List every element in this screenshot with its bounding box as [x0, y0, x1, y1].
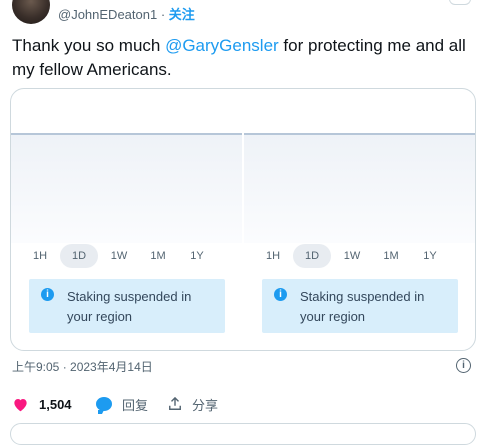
reply-button[interactable]: 回复 — [96, 393, 148, 415]
reply-label: 回复 — [122, 397, 149, 413]
menu-edge — [449, 0, 471, 5]
timeframe-1y[interactable]: 1Y — [411, 244, 449, 268]
share-button[interactable]: 分享 — [168, 393, 218, 415]
separator: · — [157, 7, 169, 22]
staking-notice: i Staking suspended in your region — [29, 279, 225, 333]
heart-icon — [14, 398, 27, 411]
timeframe-1d[interactable]: 1D — [60, 244, 98, 268]
author-handle[interactable]: @JohnEDeaton1 — [58, 7, 157, 22]
price-chart-area — [11, 133, 242, 243]
timeframe-1w[interactable]: 1W — [100, 244, 138, 268]
bottom-link-bar[interactable] — [10, 423, 476, 445]
timeframe-1h[interactable]: 1H — [254, 244, 292, 268]
tweet-actions: 1,504 回复 分享 — [12, 393, 472, 415]
author-line: @JohnEDeaton1 · 关注 — [58, 4, 195, 23]
follow-button[interactable]: 关注 — [169, 7, 195, 22]
like-button[interactable]: 1,504 — [12, 393, 72, 415]
info-icon[interactable]: i — [456, 358, 471, 373]
share-label: 分享 — [192, 397, 219, 413]
info-icon: i — [41, 288, 54, 301]
avatar[interactable] — [12, 0, 50, 24]
timeframe-selector: 1H 1D 1W 1M 1Y — [254, 244, 464, 268]
price-chart-line — [244, 133, 475, 135]
timeframe-1h[interactable]: 1H — [21, 244, 59, 268]
staking-notice: i Staking suspended in your region — [262, 279, 458, 333]
share-icon — [169, 397, 181, 410]
timeframe-1w[interactable]: 1W — [333, 244, 371, 268]
notice-text: Staking suspended in your region — [67, 289, 192, 324]
info-icon: i — [274, 288, 287, 301]
media-panel-right: 1H 1D 1W 1M 1Y i Staking suspended in yo… — [244, 89, 475, 350]
mention-link[interactable]: @GaryGensler — [165, 36, 279, 55]
tweet-text-before: Thank you so much — [12, 36, 166, 55]
timeframe-1m[interactable]: 1M — [372, 244, 410, 268]
notice-text: Staking suspended in your region — [300, 289, 425, 324]
media-attachment[interactable]: 1H 1D 1W 1M 1Y i Staking suspended in yo… — [10, 88, 476, 351]
timeframe-1d[interactable]: 1D — [293, 244, 331, 268]
price-chart-area — [244, 133, 475, 243]
tweet-text: Thank you so much @GaryGensler for prote… — [12, 34, 472, 82]
like-count: 1,504 — [39, 396, 72, 412]
timeframe-1m[interactable]: 1M — [139, 244, 177, 268]
timeframe-selector: 1H 1D 1W 1M 1Y — [21, 244, 231, 268]
reply-icon — [96, 397, 112, 414]
tweet-timestamp[interactable]: 上午9:05 · 2023年4月14日 — [12, 358, 153, 375]
tweet-header: @JohnEDeaton1 · 关注 — [0, 0, 481, 26]
media-panel-left: 1H 1D 1W 1M 1Y i Staking suspended in yo… — [11, 89, 242, 350]
price-chart-line — [11, 133, 242, 135]
timeframe-1y[interactable]: 1Y — [178, 244, 216, 268]
